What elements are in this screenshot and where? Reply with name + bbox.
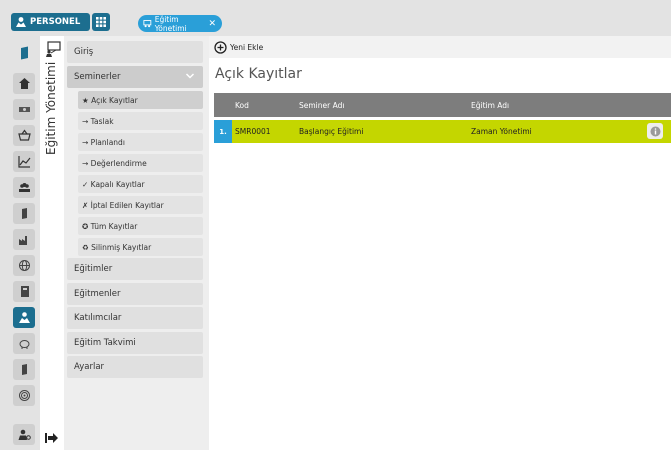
module-title: Eğitim Yönetimi xyxy=(44,61,58,155)
file-button[interactable] xyxy=(13,359,35,380)
basket-icon xyxy=(17,129,31,141)
menu-item-ayarlar[interactable]: Ayarlar xyxy=(67,356,203,378)
content-area: Yeni Ekle Açık Kayıtlar Kod Seminer Adı … xyxy=(209,36,671,450)
tab-label: Eğitim Yönetimi xyxy=(154,14,187,33)
sub-item-label: → Taslak xyxy=(82,116,114,126)
plus-circle-icon xyxy=(214,40,227,54)
user-settings-icon xyxy=(18,429,31,440)
add-new-label: Yeni Ekle xyxy=(230,42,264,52)
sub-item-planlandi[interactable]: → Planlandı xyxy=(78,133,203,151)
grid-menu-button[interactable] xyxy=(92,13,110,31)
piggy-bank-button[interactable] xyxy=(13,333,35,354)
notebook-icon xyxy=(20,286,29,297)
basket-button[interactable] xyxy=(13,125,35,146)
person-icon xyxy=(16,17,26,27)
menu-item-label: Giriş xyxy=(74,47,94,57)
piggy-bank-icon xyxy=(19,340,29,349)
sub-item-taslak[interactable]: → Taslak xyxy=(78,112,203,130)
home-button[interactable] xyxy=(13,73,35,94)
menu-item-label: Seminerler xyxy=(74,72,121,82)
row-info-button[interactable] xyxy=(647,123,663,139)
column-header-kod[interactable]: Kod xyxy=(235,101,249,110)
line-chart-icon xyxy=(17,156,30,168)
sub-item-label: → Planlandı xyxy=(82,137,125,147)
person-network-icon xyxy=(18,312,30,323)
book-icon xyxy=(20,46,28,60)
tab-close-icon[interactable]: ✕ xyxy=(208,19,216,29)
sub-item-label: → Değerlendirme xyxy=(82,158,147,168)
menu-item-label: Eğitmenler xyxy=(74,289,121,299)
row-index: 1. xyxy=(214,120,232,143)
notebook-button[interactable] xyxy=(13,281,35,302)
sub-item-label: ✪ Tüm Kayıtlar xyxy=(82,221,138,231)
book-icon-button[interactable] xyxy=(13,42,35,63)
menu-item-egitmenler[interactable]: Eğitmenler xyxy=(67,283,203,305)
sub-item-silinmis-kayitlar[interactable]: ♻ Silinmiş Kayıtlar xyxy=(78,238,203,256)
menu-item-label: Katılımcılar xyxy=(74,313,122,323)
user-settings-button[interactable] xyxy=(13,424,35,445)
menu-item-katilimcilar[interactable]: Katılımcılar xyxy=(67,307,203,329)
sub-item-label: ★ Açık Kayıtlar xyxy=(82,95,138,105)
users-button[interactable] xyxy=(13,177,35,198)
training-icon xyxy=(143,19,152,27)
sub-item-kapali-kayitlar[interactable]: ✓ Kapalı Kayıtlar xyxy=(78,175,203,193)
top-bar: PERSONEL Eğitim Yönetimi ✕ xyxy=(0,0,671,36)
cell-egitim-adi: Zaman Yönetimi xyxy=(471,127,532,136)
chevron-down-icon xyxy=(185,73,195,79)
sub-item-iptal-edilen-kayitlar[interactable]: ✗ İptal Edilen Kayıtlar xyxy=(78,196,203,214)
column-header-egitim-adi[interactable]: Eğitim Adı xyxy=(471,101,509,110)
sub-item-acik-kayitlar[interactable]: ★ Açık Kayıtlar xyxy=(78,91,203,109)
cell-kod: SMR0001 xyxy=(235,127,271,136)
money-button[interactable] xyxy=(13,99,35,120)
target-button[interactable] xyxy=(13,385,35,406)
menu-item-giris[interactable]: Giriş xyxy=(67,41,203,63)
toolbar: Yeni Ekle xyxy=(209,36,671,58)
logout-icon[interactable] xyxy=(45,432,59,444)
app-label: PERSONEL xyxy=(30,17,81,27)
grid-icon xyxy=(96,17,106,27)
users-icon xyxy=(18,183,30,192)
menu-item-egitim-takvimi[interactable]: Eğitim Takvimi xyxy=(67,332,203,354)
sub-item-label: ✓ Kapalı Kayıtlar xyxy=(82,179,145,189)
menu-item-label: Eğitim Takvimi xyxy=(74,338,136,348)
chart-button[interactable] xyxy=(13,151,35,172)
menu-item-seminerler[interactable]: Seminerler xyxy=(67,66,203,88)
info-icon xyxy=(650,126,660,136)
sub-item-degerlendirme[interactable]: → Değerlendirme xyxy=(78,154,203,172)
globe-icon xyxy=(18,260,30,271)
menu-item-label: Ayarlar xyxy=(74,362,105,372)
sub-item-label: ♻ Silinmiş Kayıtlar xyxy=(82,242,152,252)
home-icon xyxy=(18,78,30,89)
sub-item-tum-kayitlar[interactable]: ✪ Tüm Kayıtlar xyxy=(78,217,203,235)
table-header: Kod Seminer Adı Eğitim Adı xyxy=(214,93,671,117)
globe-button[interactable] xyxy=(13,255,35,276)
menu-item-label: Eğitimler xyxy=(74,264,113,274)
cell-seminer-adi: Başlangıç Eğitimi xyxy=(299,127,364,136)
factory-button[interactable] xyxy=(13,229,35,250)
menu-item-egitimler[interactable]: Eğitimler xyxy=(67,258,203,280)
factory-icon xyxy=(18,236,27,245)
table-row[interactable]: 1. SMR0001 Başlangıç Eğitimi Zaman Yönet… xyxy=(214,120,671,143)
file-icon xyxy=(21,364,27,375)
add-new-button[interactable]: Yeni Ekle xyxy=(214,40,263,54)
document-button[interactable] xyxy=(13,203,35,224)
sub-item-label: ✗ İptal Edilen Kayıtlar xyxy=(82,200,164,210)
document-icon xyxy=(21,208,27,219)
tab-egitim-yonetimi[interactable]: Eğitim Yönetimi ✕ xyxy=(138,14,222,33)
app-menu-button[interactable]: PERSONEL xyxy=(11,13,90,31)
personnel-button[interactable] xyxy=(13,307,35,328)
column-header-seminer-adi[interactable]: Seminer Adı xyxy=(299,101,344,110)
target-icon xyxy=(18,390,30,401)
module-menu: Giriş Seminerler ★ Açık Kayıtlar → Tasla… xyxy=(64,36,209,450)
money-icon xyxy=(18,107,30,112)
page-title: Açık Kayıtlar xyxy=(215,66,302,82)
